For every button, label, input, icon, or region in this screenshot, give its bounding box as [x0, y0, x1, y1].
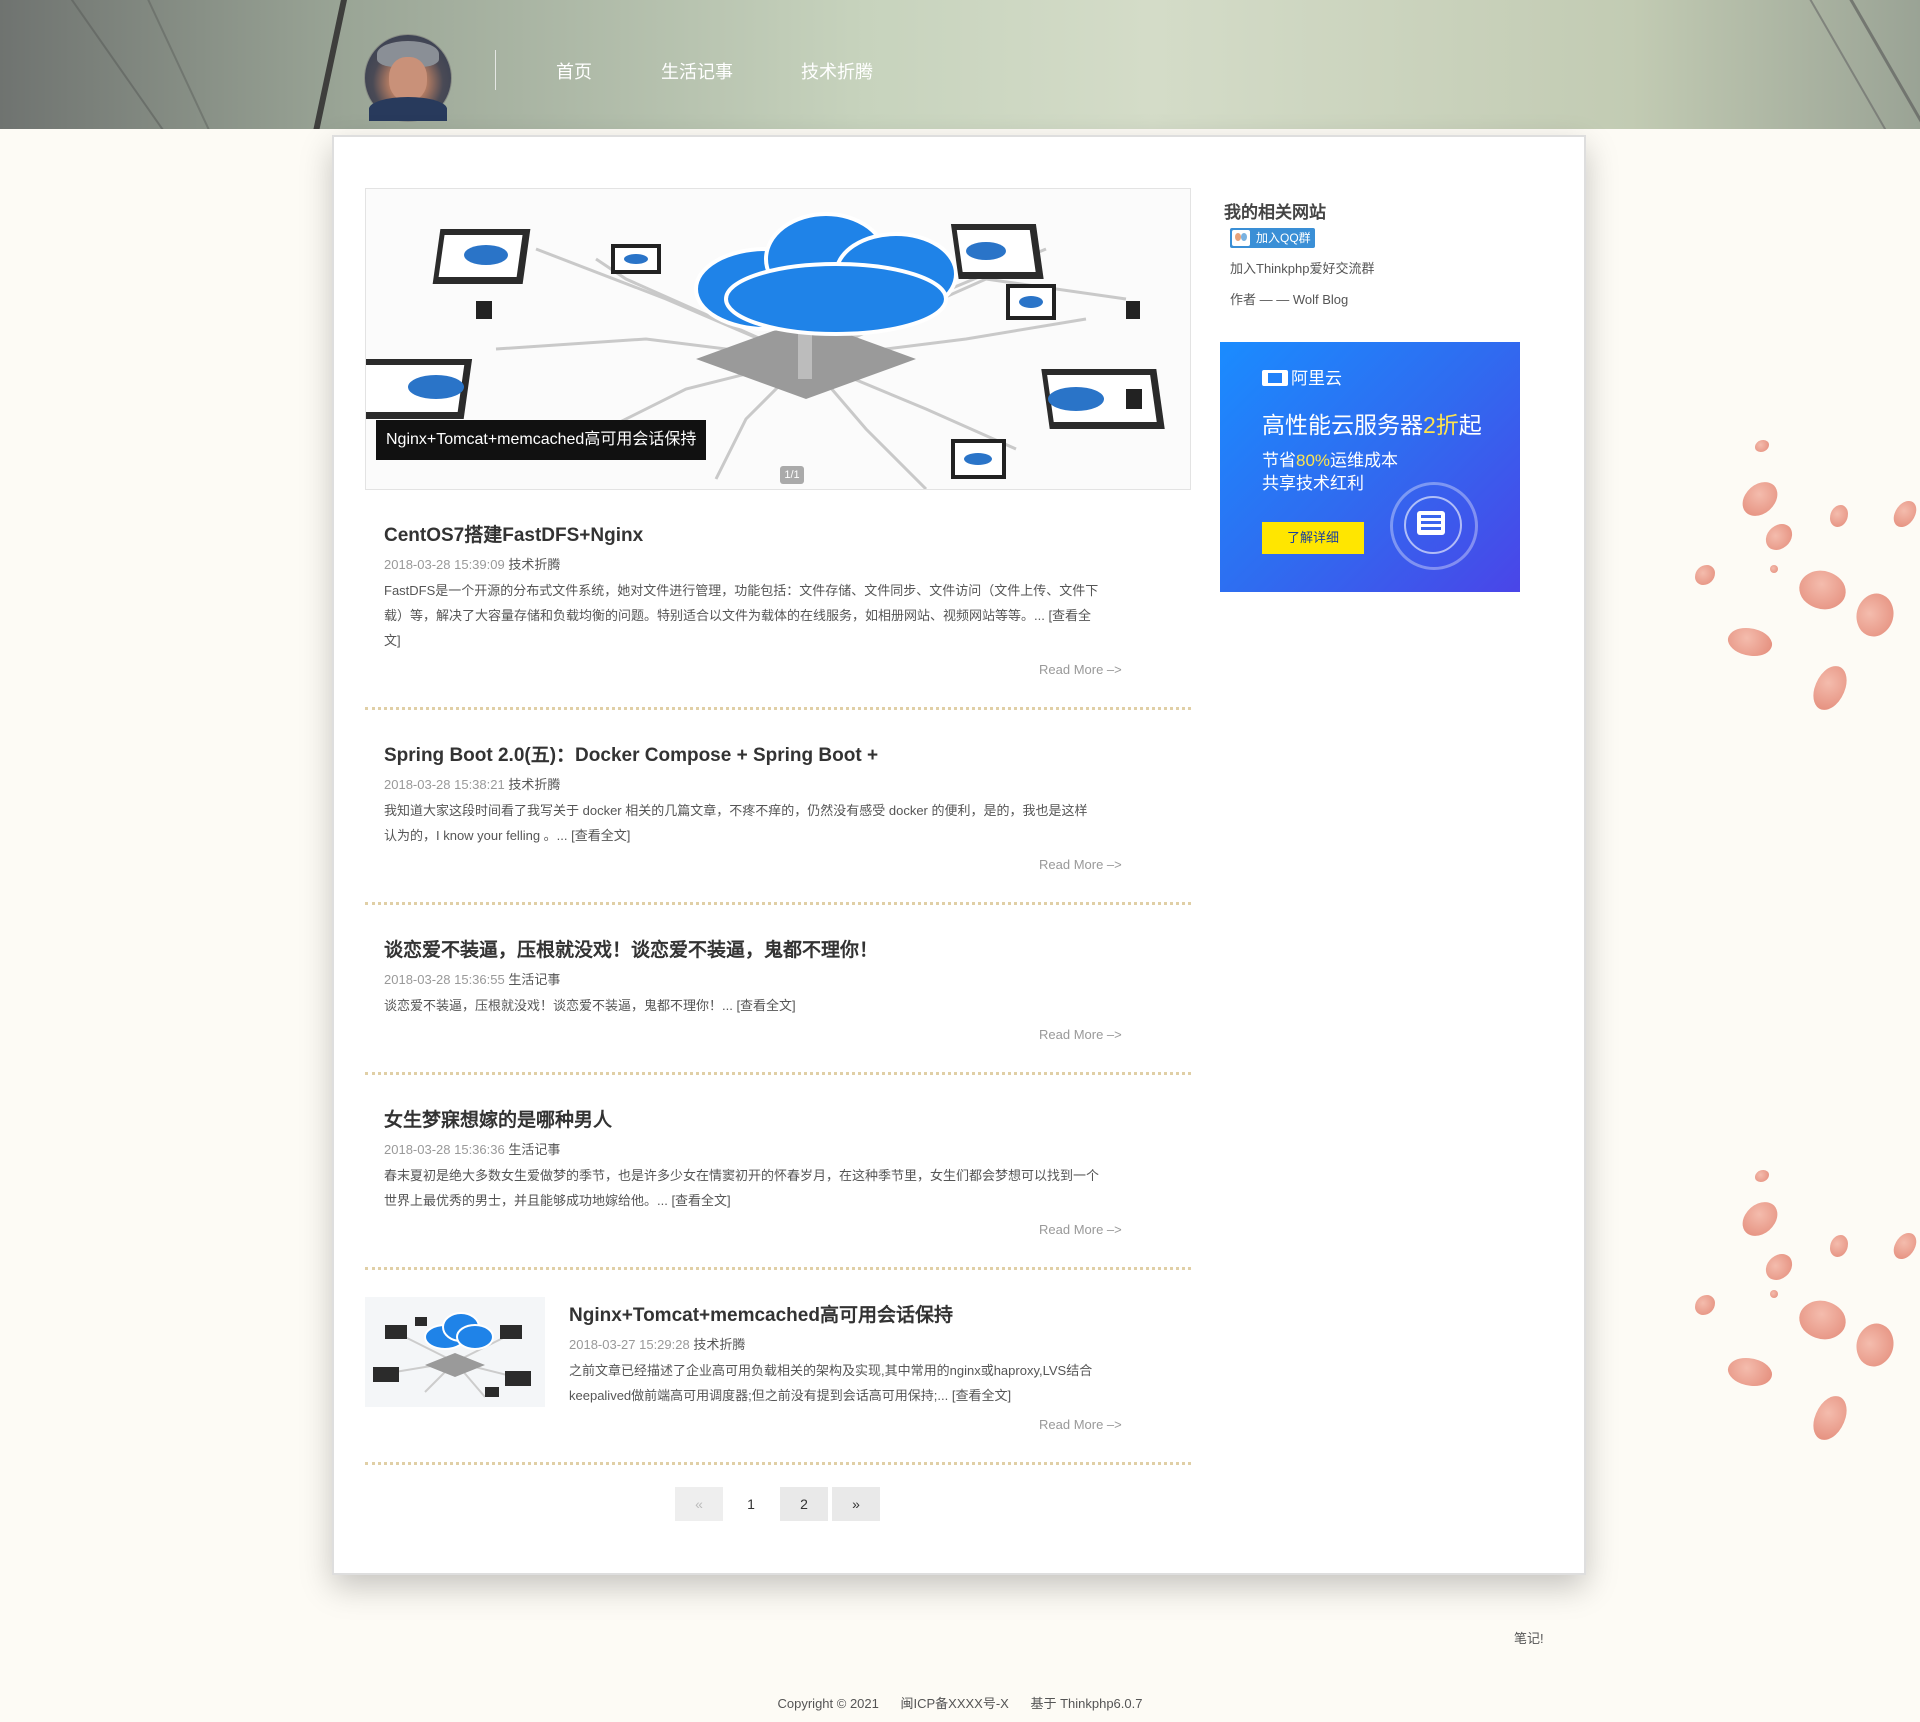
read-more-link[interactable]: Read More –> [1039, 857, 1122, 872]
footer-icp[interactable]: 闽ICP备XXXX号-X [900, 1696, 1008, 1711]
post-meta: 2018-03-28 15:39:09 技术折腾 [384, 554, 560, 573]
post-summary: FastDFS是一个开源的分布式文件系统，她对文件进行管理，功能包括：文件存储、… [384, 583, 1099, 648]
post-meta: 2018-03-28 15:38:21 技术折腾 [384, 774, 560, 793]
author-text: 作者 — — Wolf Blog [1230, 292, 1349, 307]
post-title[interactable]: CentOS7搭建FastDFS+Nginx [384, 520, 643, 547]
post-meta: 2018-03-28 15:36:55 生活记事 [384, 969, 560, 988]
aliyun-logo-icon [1262, 370, 1288, 386]
header-banner [0, 0, 1920, 129]
pagination-next[interactable]: » [832, 1487, 880, 1521]
aliyun-ad-banner[interactable]: 阿里云 高性能云服务器2折起 节省80%运维成本 共享技术红利 了解详细 [1220, 342, 1520, 592]
post-separator [365, 902, 1191, 905]
post-date: 2018-03-27 15:29:28 [569, 1337, 690, 1352]
qq-group-text: 加入Thinkphp爱好交流群 [1230, 261, 1375, 276]
post-title[interactable]: 女生梦寐想嫁的是哪种男人 [384, 1105, 612, 1132]
join-qq-group-button[interactable]: 加入QQ群 [1230, 228, 1315, 248]
read-more-link[interactable]: Read More –> [1039, 1417, 1122, 1432]
post-summary: 我知道大家这段时间看了我写关于 docker 相关的几篇文章，不疼不痒的，仍然没… [384, 803, 1088, 843]
post-title[interactable]: Nginx+Tomcat+memcached高可用会话保持 [569, 1300, 953, 1327]
post-date: 2018-03-28 15:36:36 [384, 1142, 505, 1157]
sidebar-title: 我的相关网站 [1224, 203, 1326, 222]
nav-tech[interactable]: 技术折腾 [801, 58, 873, 84]
post-category[interactable]: 生活记事 [508, 972, 560, 987]
post-meta: 2018-03-27 15:29:28 技术折腾 [569, 1334, 745, 1353]
ad-line-2: 节省80%运维成本 [1262, 451, 1399, 470]
post-summary: 谈恋爱不装逼，压根就没戏！谈恋爱不装逼，鬼都不理你！... [查看全文] [384, 998, 796, 1013]
slider-caption[interactable]: Nginx+Tomcat+memcached高可用会话保持 [376, 420, 707, 460]
pagination-page-current: 1 [747, 1496, 755, 1512]
post-separator [365, 1267, 1191, 1270]
pagination-prev[interactable]: « [675, 1487, 723, 1521]
post-thumbnail[interactable] [365, 1297, 545, 1407]
post-separator [365, 707, 1191, 710]
post-summary: 春末夏初是绝大多数女生爱做梦的季节，也是许多少女在情窦初开的怀春岁月，在这种季节… [384, 1168, 1100, 1208]
note-text: 笔记! [1514, 1631, 1544, 1646]
post-meta: 2018-03-28 15:36:36 生活记事 [384, 1139, 560, 1158]
post-date: 2018-03-28 15:36:55 [384, 972, 505, 987]
read-more-link[interactable]: Read More –> [1039, 1027, 1122, 1042]
post-date: 2018-03-28 15:38:21 [384, 777, 505, 792]
footer-powered-by: 基于 Thinkphp6.0.7 [1030, 1696, 1143, 1711]
post-category[interactable]: 生活记事 [508, 1142, 560, 1157]
post-separator [365, 1072, 1191, 1075]
ad-line-3: 共享技术红利 [1262, 474, 1364, 493]
pagination-page[interactable]: 2 [780, 1487, 828, 1521]
aliyun-logo: 阿里云 [1262, 364, 1342, 389]
cloud-network-thumbnail [373, 1312, 531, 1398]
slider-counter: 1/1 [780, 466, 804, 484]
read-more-link[interactable]: Read More –> [1039, 1222, 1122, 1237]
post-category[interactable]: 技术折腾 [508, 557, 560, 572]
post-summary: 之前文章已经描述了企业高可用负载相关的架构及实现,其中常用的nginx或hapr… [569, 1363, 1093, 1403]
ad-learn-more-button[interactable]: 了解详细 [1262, 522, 1364, 554]
post-title[interactable]: 谈恋爱不装逼，压根就没戏！谈恋爱不装逼，鬼都不理你！ [384, 935, 878, 962]
post-category[interactable]: 技术折腾 [508, 777, 560, 792]
nav-home[interactable]: 首页 [556, 58, 592, 84]
read-more-link[interactable]: Read More –> [1039, 662, 1122, 677]
post-title[interactable]: Spring Boot 2.0(五)：Docker Compose + Spri… [384, 740, 878, 767]
qq-group-icon [1232, 230, 1250, 246]
post-separator [365, 1462, 1191, 1465]
footer-copyright: Copyright © 2021 [777, 1696, 879, 1711]
post-date: 2018-03-28 15:39:09 [384, 557, 505, 572]
post-category[interactable]: 技术折腾 [693, 1337, 745, 1352]
footer: Copyright © 2021 闽ICP备XXXX号-X 基于 Thinkph… [0, 1693, 1920, 1712]
ad-headline: 高性能云服务器2折起 [1262, 412, 1482, 438]
avatar[interactable] [364, 34, 452, 122]
nav-life[interactable]: 生活记事 [661, 58, 733, 84]
server-icon [1417, 511, 1445, 535]
nav-divider [495, 50, 496, 90]
